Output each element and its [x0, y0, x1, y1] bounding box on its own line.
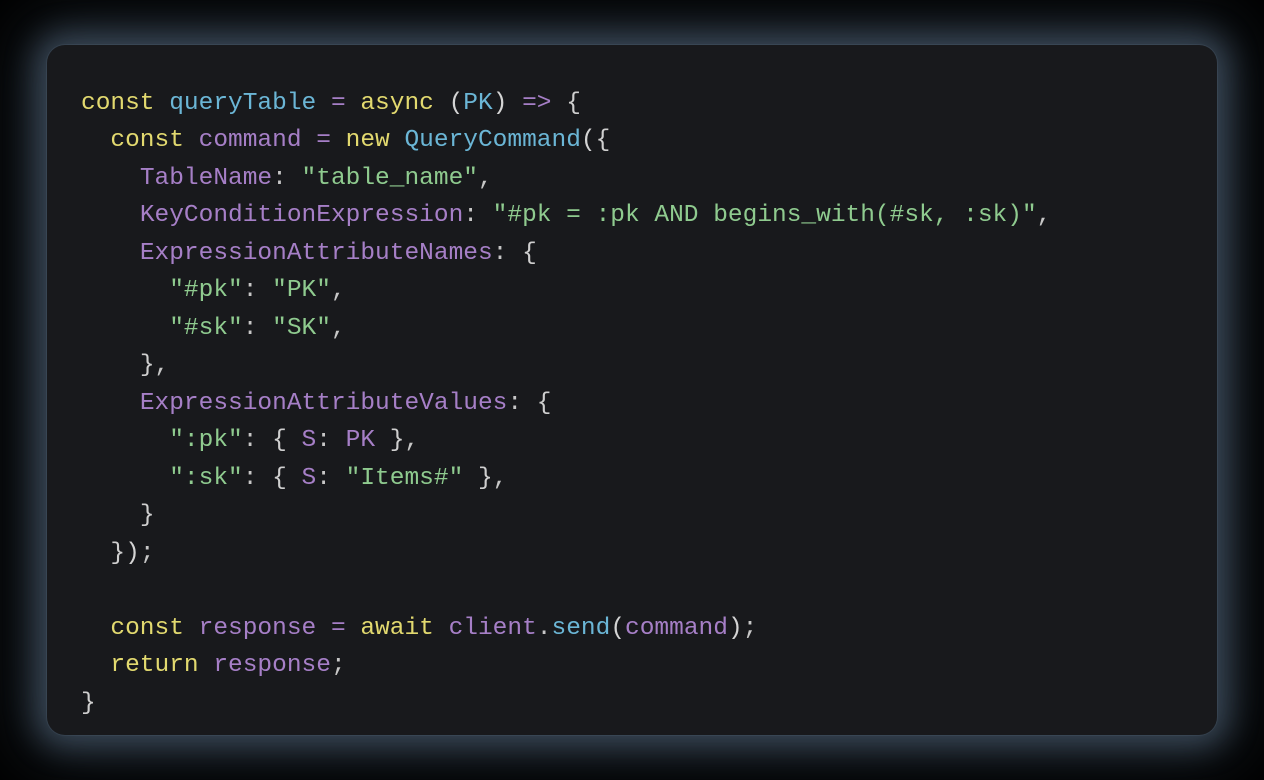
brace-close: } — [110, 540, 125, 567]
method-send: send — [552, 615, 611, 642]
string-colonsk-key: ":sk" — [169, 465, 243, 492]
paren-close: ) — [493, 90, 508, 117]
operator-eq: = — [331, 90, 346, 117]
colon: : — [243, 277, 258, 304]
brace-open: { — [522, 240, 537, 267]
colon: : — [507, 390, 522, 417]
brace-close: } — [140, 502, 155, 529]
prop-exprattrnames: ExpressionAttributeNames — [140, 240, 493, 267]
paren-open: ( — [449, 90, 464, 117]
function-name: queryTable — [169, 90, 316, 117]
brace-open: { — [537, 390, 552, 417]
string-items: "Items#" — [346, 465, 464, 492]
string-keycondition: "#pk = :pk AND begins_with(#sk, :sk)" — [493, 202, 1037, 229]
brace-close: } — [140, 352, 155, 379]
brace-close: } — [390, 427, 405, 454]
var-response: response — [199, 615, 317, 642]
string-colonpk-key: ":pk" — [169, 427, 243, 454]
paren-close: ) — [728, 615, 743, 642]
colon: : — [243, 465, 258, 492]
string-pk: "PK" — [272, 277, 331, 304]
paren-open: ( — [610, 615, 625, 642]
prop-keycondition: KeyConditionExpression — [140, 202, 463, 229]
prop-s: S — [302, 465, 317, 492]
operator-eq: = — [316, 127, 331, 154]
brace-open: { — [596, 127, 611, 154]
brace-open: { — [272, 427, 287, 454]
paren-close: ) — [125, 540, 140, 567]
dot: . — [537, 615, 552, 642]
prop-tablename: TableName — [140, 165, 272, 192]
ident-pk: PK — [346, 427, 375, 454]
comma: , — [478, 165, 493, 192]
colon: : — [493, 240, 508, 267]
brace-open: { — [566, 90, 581, 117]
arrow-op: => — [522, 90, 551, 117]
semicolon: ; — [140, 540, 155, 567]
keyword-const: const — [81, 90, 155, 117]
var-command: command — [199, 127, 302, 154]
paren-open: ( — [581, 127, 596, 154]
semicolon: ; — [331, 652, 346, 679]
keyword-async: async — [360, 90, 434, 117]
ident-response: response — [213, 652, 331, 679]
ident-client: client — [449, 615, 537, 642]
colon: : — [243, 315, 258, 342]
colon: : — [243, 427, 258, 454]
keyword-const: const — [110, 615, 184, 642]
keyword-await: await — [360, 615, 434, 642]
prop-s: S — [302, 427, 317, 454]
colon: : — [463, 202, 478, 229]
type-querycommand: QueryCommand — [404, 127, 580, 154]
arg-command: command — [625, 615, 728, 642]
operator-eq: = — [331, 615, 346, 642]
param-pk: PK — [463, 90, 492, 117]
semicolon: ; — [743, 615, 758, 642]
keyword-new: new — [346, 127, 390, 154]
colon: : — [316, 427, 331, 454]
code-panel: const queryTable = async (PK) => { const… — [47, 45, 1217, 735]
string-hashsk-key: "#sk" — [169, 315, 243, 342]
string-hashpk-key: "#pk" — [169, 277, 243, 304]
comma: , — [404, 427, 419, 454]
colon: : — [316, 465, 331, 492]
brace-close: } — [81, 690, 96, 717]
comma: , — [331, 277, 346, 304]
string-sk: "SK" — [272, 315, 331, 342]
colon: : — [272, 165, 287, 192]
comma: , — [155, 352, 170, 379]
prop-exprattrvalues: ExpressionAttributeValues — [140, 390, 508, 417]
comma: , — [1037, 202, 1052, 229]
comma: , — [331, 315, 346, 342]
string-tablename: "table_name" — [302, 165, 478, 192]
code-block: const queryTable = async (PK) => { const… — [81, 85, 1183, 722]
brace-close: } — [478, 465, 493, 492]
brace-open: { — [272, 465, 287, 492]
keyword-return: return — [110, 652, 198, 679]
comma: , — [493, 465, 508, 492]
keyword-const: const — [110, 127, 184, 154]
